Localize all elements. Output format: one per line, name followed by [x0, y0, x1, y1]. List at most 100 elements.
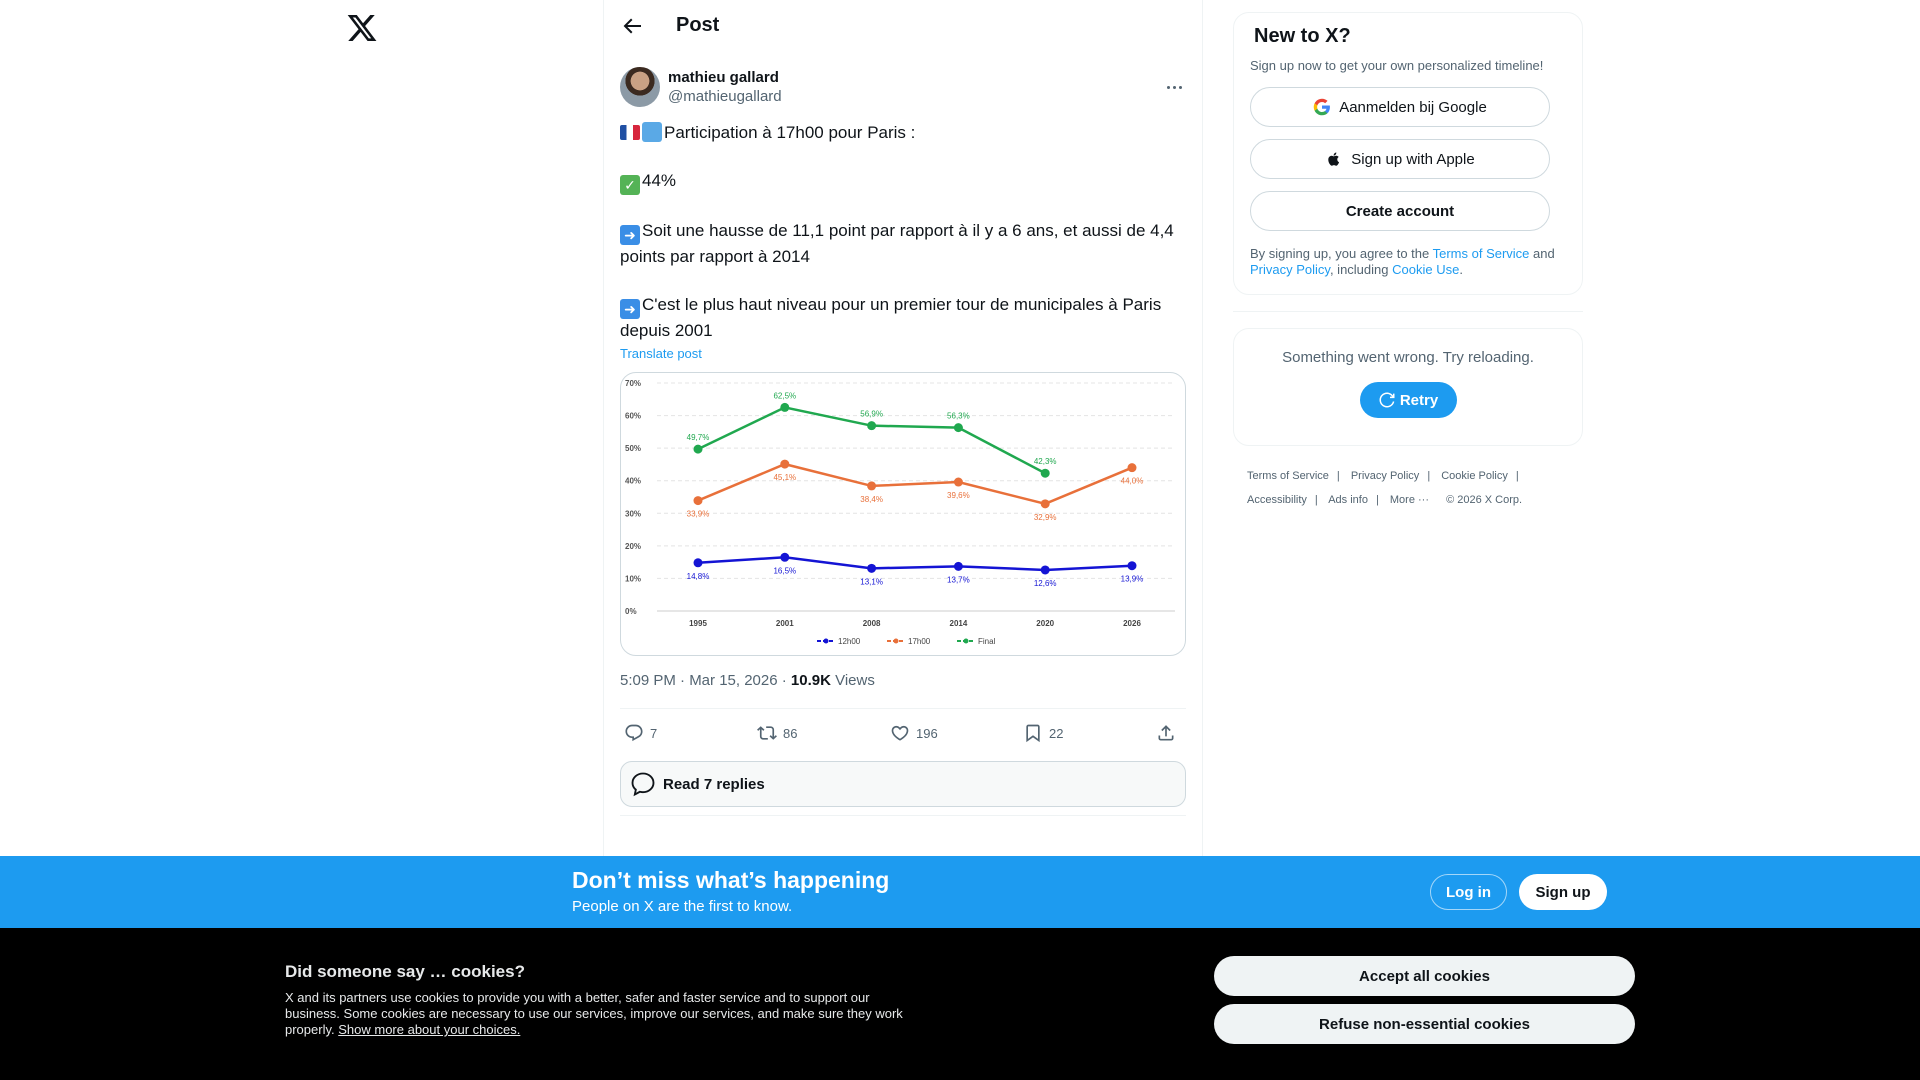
data-label-Final: 49,7% — [687, 433, 710, 442]
signup-button[interactable]: Sign up — [1519, 874, 1607, 910]
data-label-Final: 42,3% — [1034, 457, 1057, 466]
data-point-17h00 — [867, 481, 877, 491]
post-actions: 7 86 196 22 — [620, 709, 1186, 757]
cookie-text: X and its partners use cookies to provid… — [285, 990, 925, 1038]
apple-icon — [1328, 152, 1340, 166]
create-account-button[interactable]: Create account — [1250, 191, 1550, 231]
read-replies-button[interactable]: Read 7 replies — [620, 761, 1186, 807]
refuse-cookies-button[interactable]: Refuse non-essential cookies — [1214, 1004, 1635, 1044]
google-signup-button[interactable]: Aanmelden bij Google — [1250, 87, 1550, 127]
signup-legal-text: By signing up, you agree to the Terms of… — [1250, 246, 1566, 278]
retry-button[interactable]: Retry — [1359, 382, 1457, 418]
y-tick-label: 0% — [625, 607, 637, 616]
signup-card: New to X? Sign up now to get your own pe… — [1233, 12, 1583, 295]
post-line-2-text: 44% — [642, 171, 677, 190]
post-line-1: Participation à 17h00 pour Paris : — [620, 121, 1186, 145]
data-point-17h00 — [1127, 463, 1137, 473]
data-label-17h00: 38,4% — [860, 495, 883, 504]
footer-cookie-link[interactable]: Cookie Policy — [1441, 470, 1508, 482]
legend-label: 17h00 — [908, 637, 931, 646]
read-replies-label: Read 7 replies — [663, 775, 765, 793]
data-point-Final — [693, 444, 703, 454]
right-arrow-icon: ➜ — [620, 225, 640, 245]
error-message: Something went wrong. Try reloading. — [1282, 349, 1534, 366]
bookmark-icon — [1026, 724, 1040, 743]
data-label-17h00: 33,9% — [687, 510, 710, 519]
check-mark-icon: ✓ — [620, 175, 640, 195]
author-name[interactable]: mathieu gallard — [668, 68, 782, 87]
google-icon — [1313, 98, 1331, 116]
author-handle[interactable]: @mathieugallard — [668, 87, 782, 106]
data-label-12h00: 13,1% — [860, 577, 883, 586]
login-button[interactable]: Log in — [1430, 874, 1507, 910]
author-row[interactable]: mathieu gallard @mathieugallard — [620, 65, 1186, 109]
data-label-Final: 62,5% — [773, 391, 796, 400]
signup-card-title: New to X? — [1254, 25, 1351, 47]
like-button[interactable]: 196 — [890, 723, 1010, 743]
repost-icon — [757, 726, 777, 740]
footer-terms-link[interactable]: Terms of Service — [1247, 470, 1329, 482]
reply-button[interactable]: 7 — [624, 723, 744, 743]
legend-marker-17h00 — [893, 638, 899, 644]
post-media-chart[interactable]: 0% 10% 20% 30% 40% 50% 60% 70% 1995 2001 2008 2014 2… — [620, 372, 1186, 656]
footer-copyright: © 2026 X Corp. — [1446, 494, 1523, 506]
data-label-12h00: 13,7% — [947, 575, 970, 584]
data-label-12h00: 14,8% — [687, 572, 710, 581]
data-point-12h00 — [1127, 561, 1137, 571]
data-point-Final — [953, 423, 963, 433]
post-timestamp[interactable]: 5:09 PM · Mar 15, 2026 · — [620, 672, 791, 689]
accept-cookies-button[interactable]: Accept all cookies — [1214, 956, 1635, 996]
participation-line-chart: 0% 10% 20% 30% 40% 50% 60% 70% 1995 2001 2008 2014 2… — [625, 379, 1175, 646]
like-count: 196 — [916, 725, 938, 741]
data-label-12h00: 16,5% — [773, 566, 796, 575]
translate-post-link[interactable]: Translate post — [620, 346, 702, 361]
apple-signup-button[interactable]: Sign up with Apple — [1250, 139, 1550, 179]
y-tick-label: 40% — [625, 477, 641, 486]
right-arrow-icon: ➜ — [620, 299, 640, 319]
footer-ads-link[interactable]: Ads info — [1328, 494, 1368, 506]
cookie-choices-link[interactable]: Show more about your choices. — [338, 1022, 520, 1037]
data-label-17h00: 39,6% — [947, 491, 970, 500]
x-tick-label: 2026 — [1123, 619, 1141, 628]
reply-count: 7 — [650, 725, 658, 741]
more-icon[interactable] — [1162, 75, 1186, 99]
signup-card-subtitle: Sign up now to get your own personalized… — [1250, 58, 1544, 73]
refresh-icon — [1379, 392, 1395, 408]
post-line-4-text: C'est le plus haut niveau pour un premie… — [620, 295, 1162, 340]
avatar[interactable] — [620, 67, 660, 107]
terms-link[interactable]: Terms of Service — [1433, 246, 1530, 261]
google-signup-label: Aanmelden bij Google — [1339, 98, 1487, 116]
cookie-use-link[interactable]: Cookie Use — [1392, 262, 1459, 277]
data-label-12h00: 12,6% — [1034, 579, 1057, 588]
privacy-link[interactable]: Privacy Policy — [1250, 262, 1330, 277]
data-label-Final: 56,3% — [947, 412, 970, 421]
data-label-17h00: 32,9% — [1034, 513, 1057, 522]
bookmark-count: 22 — [1049, 725, 1064, 741]
france-flag-icon — [620, 125, 640, 140]
repost-button[interactable]: 86 — [757, 723, 877, 743]
legend-marker-Final — [963, 638, 969, 644]
signup-banner: Don’t miss what’s happening People on X … — [0, 856, 1920, 928]
views-label: Views — [830, 672, 875, 689]
reply-icon — [625, 724, 643, 742]
author-info[interactable]: mathieu gallard @mathieugallard — [668, 68, 782, 106]
post-line-1-text: Participation à 17h00 pour Paris : — [664, 123, 916, 142]
footer-accessibility-link[interactable]: Accessibility — [1247, 494, 1307, 506]
x-logo-icon[interactable] — [346, 12, 378, 44]
page-title: Post — [676, 14, 720, 36]
retry-label: Retry — [1399, 391, 1439, 409]
data-point-12h00 — [693, 558, 703, 568]
x-tick-label: 2014 — [950, 619, 968, 628]
bookmark-button[interactable]: 22 — [1023, 723, 1143, 743]
x-tick-label: 2001 — [776, 619, 794, 628]
topbar: Post — [604, 0, 1202, 53]
back-arrow-icon[interactable] — [620, 14, 644, 38]
data-label-17h00: 45,1% — [773, 473, 796, 482]
share-button[interactable] — [1156, 723, 1182, 743]
footer-more-link[interactable]: More ··· — [1390, 494, 1429, 506]
data-point-17h00 — [953, 477, 963, 487]
data-point-12h00 — [780, 552, 790, 562]
right-sidebar: New to X? Sign up now to get your own pe… — [1233, 12, 1583, 512]
footer-privacy-link[interactable]: Privacy Policy — [1351, 470, 1419, 482]
x-tick-label: 2020 — [1036, 619, 1054, 628]
